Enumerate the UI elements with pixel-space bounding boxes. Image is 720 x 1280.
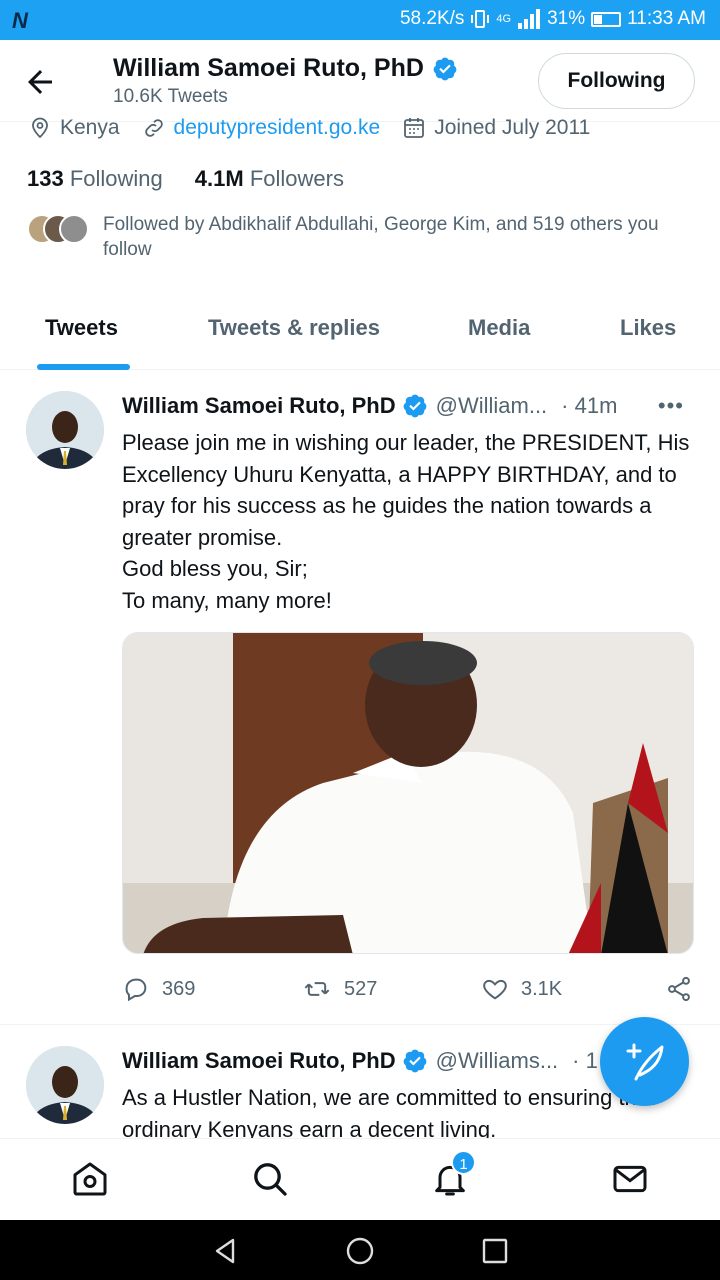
- system-home-icon[interactable]: [345, 1236, 375, 1266]
- tweet-author-handle: @Williams...: [435, 1048, 559, 1073]
- bottom-navigation: 1: [0, 1138, 720, 1220]
- tweet-text: Please join me in wishing our leader, th…: [122, 427, 697, 616]
- tab-tweets[interactable]: Tweets: [45, 315, 118, 341]
- compose-feather-icon: [626, 1043, 664, 1081]
- location-pin-icon: [32, 117, 48, 139]
- tab-media[interactable]: Media: [468, 315, 530, 341]
- joined-text: Joined July 2011: [434, 116, 591, 139]
- search-icon[interactable]: [250, 1159, 290, 1199]
- share-button[interactable]: [665, 975, 693, 1003]
- retweet-count: 527: [344, 977, 378, 1000]
- share-icon: [668, 976, 690, 1002]
- reply-button[interactable]: 369: [122, 975, 195, 1003]
- tweet-author-handle: @William...: [435, 393, 548, 418]
- status-bar: N 58.2K/s 4G 31% 11:33 AM: [0, 0, 720, 40]
- like-count: 3.1K: [521, 977, 563, 1000]
- mutual-avatars: [27, 214, 93, 246]
- retweet-icon: [304, 982, 330, 996]
- system-recents-icon[interactable]: [480, 1236, 510, 1266]
- reply-icon: [125, 978, 147, 1002]
- tab-likes[interactable]: Likes: [620, 315, 676, 341]
- header-title: William Samoei Ruto, PhD: [113, 54, 458, 83]
- tweet-actions: 369 527 3.1K: [122, 971, 697, 1007]
- more-options-icon[interactable]: •••: [658, 393, 684, 419]
- battery-percent: 31%: [547, 8, 586, 29]
- follow-counts: 133 Following 4.1M Followers: [27, 166, 344, 192]
- system-navigation-bar: [0, 1220, 720, 1280]
- network-speed: 58.2K/s: [399, 8, 465, 29]
- following-button[interactable]: Following: [538, 53, 695, 109]
- location-text: Kenya: [60, 116, 120, 139]
- verified-badge-icon: [433, 57, 457, 80]
- signal-icon: [518, 9, 541, 29]
- profile-photo: [26, 1046, 104, 1124]
- tweet-author-name[interactable]: William Samoei Ruto, PhD: [122, 393, 396, 419]
- profile-photo: [26, 391, 104, 469]
- tweet-image[interactable]: [122, 632, 694, 954]
- tweet-photo: [123, 633, 693, 953]
- followers-count-link[interactable]: 4.1M Followers: [195, 166, 344, 192]
- clock: 11:33 AM: [627, 8, 706, 29]
- following-count-link[interactable]: 133 Following: [27, 166, 163, 192]
- compose-tweet-button[interactable]: [600, 1017, 689, 1106]
- verified-badge-icon: [403, 1049, 426, 1073]
- following-label: Following: [69, 166, 163, 191]
- tweet-text-line: Please join me in wishing our leader, th…: [122, 430, 690, 550]
- followers-count: 4.1M: [194, 166, 244, 191]
- tab-tweets-replies[interactable]: Tweets & replies: [208, 315, 380, 341]
- followers-label: Followers: [249, 166, 344, 191]
- link-icon: [144, 119, 163, 137]
- tweet[interactable]: William Samoei Ruto, PhD @William... · 4…: [0, 371, 720, 1025]
- active-tab-indicator: [37, 364, 130, 370]
- notification-app-icon: N: [12, 8, 28, 33]
- followed-by-text: Followed by Abdikhalif Abdullahi, George…: [103, 214, 659, 260]
- tweet-text-line: To many, many more!: [122, 587, 332, 613]
- tweet-header: William Samoei Ruto, PhD @William... · 4…: [122, 393, 702, 419]
- vibrate-icon: [471, 10, 490, 28]
- website-link[interactable]: deputypresident.go.ke: [174, 116, 381, 140]
- mutual-avatar: [59, 214, 89, 244]
- tweet-author-name[interactable]: William Samoei Ruto, PhD: [122, 1048, 396, 1074]
- verified-badge-icon: [403, 394, 426, 418]
- profile-tabs: Tweets Tweets & replies Media Likes: [0, 300, 720, 370]
- battery-icon: [591, 11, 622, 27]
- messages-icon[interactable]: [610, 1159, 650, 1199]
- tweet-time: · 1: [572, 1048, 598, 1073]
- avatar[interactable]: [26, 1046, 104, 1124]
- tweet-time: · 41m: [561, 393, 618, 418]
- notification-badge: 1: [451, 1150, 476, 1175]
- retweet-button[interactable]: 527: [302, 975, 377, 1003]
- followed-by[interactable]: Followed by Abdikhalif Abdullahi, George…: [27, 212, 697, 262]
- battery-level: [594, 14, 603, 24]
- calendar-icon: [404, 118, 425, 138]
- following-count: 133: [27, 166, 64, 191]
- home-icon[interactable]: [70, 1159, 110, 1199]
- joined-date: Joined July 2011: [402, 116, 590, 140]
- system-back-icon[interactable]: [210, 1236, 240, 1266]
- heart-icon: [483, 979, 507, 1000]
- tweets-count: 10.6K Tweets: [113, 86, 228, 107]
- profile-header: William Samoei Ruto, PhD 10.6K Tweets Fo…: [0, 40, 720, 122]
- status-indicators: 58.2K/s 4G 31% 11:33 AM: [400, 8, 706, 30]
- reply-count: 369: [162, 977, 196, 1000]
- website[interactable]: deputypresident.go.ke: [142, 116, 381, 140]
- profile-name: William Samoei Ruto, PhD: [113, 54, 424, 82]
- location: Kenya: [28, 116, 120, 140]
- avatar[interactable]: [26, 391, 104, 469]
- profile-meta: Kenya deputypresident.go.ke Joined July …: [28, 116, 612, 140]
- like-button[interactable]: 3.1K: [481, 975, 562, 1003]
- network-type: 4G: [496, 13, 512, 25]
- back-arrow-icon[interactable]: [22, 64, 58, 100]
- tweet-text-line: God bless you, Sir;: [122, 556, 308, 581]
